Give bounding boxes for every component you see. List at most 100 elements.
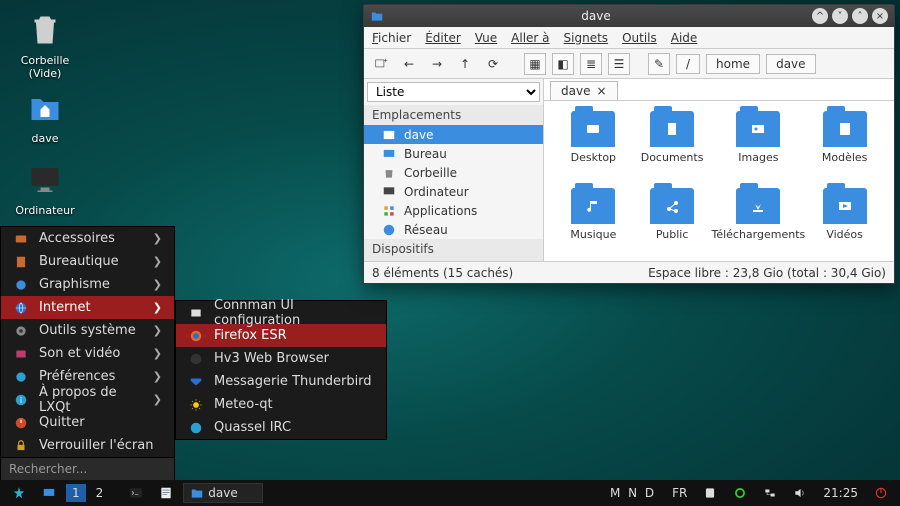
task-file-manager[interactable]: dave: [183, 483, 263, 503]
menu-item--propos-de-lxqt[interactable]: iÀ propos de LXQt❯: [1, 388, 174, 411]
category-icon: i: [13, 392, 29, 408]
submenu-item-hv-web-browser[interactable]: Hv3 Web Browser: [176, 347, 386, 370]
place-label: dave: [404, 128, 433, 142]
window-titlebar[interactable]: dave ^ ˅ ˄ ×: [364, 5, 894, 27]
path-edit-button[interactable]: ✎: [648, 53, 670, 75]
sidebar-place-applications[interactable]: Applications: [364, 201, 543, 220]
folder-vidéos[interactable]: Vidéos: [805, 188, 884, 251]
app-menu-button[interactable]: [6, 484, 32, 502]
status-space: Espace libre : 23,8 Gio (total : 30,4 Gi…: [648, 266, 886, 280]
tray-removable-icon[interactable]: [697, 484, 723, 502]
quicklaunch-editor[interactable]: [153, 484, 179, 502]
submenu-item-messagerie-thunderbird[interactable]: Messagerie Thunderbird: [176, 370, 386, 393]
submenu-item-label: Firefox ESR: [214, 328, 374, 343]
submenu-item-label: Meteo-qt: [214, 397, 374, 412]
path-seg-home[interactable]: home: [706, 54, 760, 74]
desktop-icon-trash[interactable]: Corbeille (Vide): [10, 10, 80, 80]
sidebar-mode-select[interactable]: Liste: [367, 82, 540, 102]
tab-label: dave: [561, 84, 590, 98]
workspace-1[interactable]: 1: [66, 484, 86, 502]
place-icon: [382, 147, 396, 161]
submenu-item-quassel-irc[interactable]: Quassel IRC: [176, 416, 386, 439]
path-seg-dave[interactable]: dave: [766, 54, 815, 74]
menubar-signets[interactable]: Signets: [564, 31, 609, 45]
power-button[interactable]: [868, 484, 894, 502]
folder-icon: [736, 111, 780, 147]
menubar-fichier[interactable]: Fichier: [372, 31, 411, 45]
sidebar-place-corbeille[interactable]: Corbeille: [364, 163, 543, 182]
place-icon: [382, 223, 396, 237]
view-detail-button[interactable]: ☰: [608, 53, 630, 75]
reload-button[interactable]: ⟳: [482, 53, 504, 75]
back-button[interactable]: ←: [398, 53, 420, 75]
folder-téléchargements[interactable]: Téléchargements: [711, 188, 805, 251]
menubar-outils[interactable]: Outils: [622, 31, 657, 45]
menubar: Fichier Éditer Vue Aller à Signets Outils Aide: [364, 27, 894, 49]
keyboard-indicator[interactable]: M N D: [604, 484, 662, 502]
menu-item-accessoires[interactable]: Accessoires❯: [1, 227, 174, 250]
chevron-right-icon: ❯: [153, 324, 162, 337]
folder-images[interactable]: Images: [711, 111, 805, 174]
folder-musique[interactable]: Musique: [554, 188, 633, 251]
clock[interactable]: 21:25: [817, 484, 864, 502]
shade-button[interactable]: ^: [812, 8, 828, 24]
tab-bar: dave ×: [544, 79, 894, 101]
minimize-button[interactable]: ˅: [832, 8, 848, 24]
chevron-right-icon: ❯: [153, 255, 162, 268]
sidebar-place-réseau[interactable]: Réseau: [364, 220, 543, 239]
sidebar-place-bureau[interactable]: Bureau: [364, 144, 543, 163]
menu-item-label: Graphisme: [39, 277, 143, 292]
tab-dave[interactable]: dave ×: [550, 81, 618, 100]
menu-item-son-et-vid-o[interactable]: Son et vidéo❯: [1, 342, 174, 365]
chevron-right-icon: ❯: [153, 278, 162, 291]
close-button[interactable]: ×: [872, 8, 888, 24]
menubar-aide[interactable]: Aide: [671, 31, 698, 45]
folder-desktop[interactable]: Desktop: [554, 111, 633, 174]
menubar--diter[interactable]: Éditer: [425, 31, 461, 45]
folder-public[interactable]: Public: [633, 188, 712, 251]
view-list-button[interactable]: ≣: [580, 53, 602, 75]
chevron-right-icon: ❯: [153, 393, 162, 406]
category-icon: [13, 438, 29, 454]
submenu-item-connman-ui-configuration[interactable]: Connman UI configuration: [176, 301, 386, 324]
new-tab-button[interactable]: [370, 53, 392, 75]
view-icons-button[interactable]: ▦: [524, 53, 546, 75]
workspace-2[interactable]: 2: [90, 484, 110, 502]
submenu-item-firefox-esr[interactable]: Firefox ESR: [176, 324, 386, 347]
menu-item-quitter[interactable]: Quitter: [1, 411, 174, 434]
view-thumb-button[interactable]: ◧: [552, 53, 574, 75]
tray-spinner-icon[interactable]: [727, 484, 753, 502]
category-icon: [13, 231, 29, 247]
menu-item-label: Bureautique: [39, 254, 143, 269]
up-button[interactable]: ↑: [454, 53, 476, 75]
forward-button[interactable]: →: [426, 53, 448, 75]
tab-close-icon[interactable]: ×: [596, 84, 606, 98]
sidebar-place-ordinateur[interactable]: Ordinateur: [364, 182, 543, 201]
maximize-button[interactable]: ˄: [852, 8, 868, 24]
menu-search-input[interactable]: Rechercher...: [1, 457, 174, 480]
tray-network-icon[interactable]: [757, 484, 783, 502]
quicklaunch-terminal[interactable]: [123, 484, 149, 502]
menubar-aller-[interactable]: Aller à: [511, 31, 549, 45]
desktop-icon-home[interactable]: dave: [10, 88, 80, 145]
submenu-item-meteo-qt[interactable]: Meteo-qt: [176, 393, 386, 416]
sidebar-place-dave[interactable]: dave: [364, 125, 543, 144]
folder-label: Modèles: [805, 151, 884, 164]
menubar-vue[interactable]: Vue: [475, 31, 497, 45]
menu-item-outils-syst-me[interactable]: Outils système ❯: [1, 319, 174, 342]
folder-modèles[interactable]: Modèles: [805, 111, 884, 174]
menu-item-graphisme[interactable]: Graphisme ❯: [1, 273, 174, 296]
menu-item-label: Outils système: [39, 323, 143, 338]
menu-item-internet[interactable]: Internet❯: [1, 296, 174, 319]
place-label: Réseau: [404, 223, 448, 237]
menu-item-verrouiller-l-cran[interactable]: Verrouiller l'écran: [1, 434, 174, 457]
keyboard-layout[interactable]: FR: [666, 484, 693, 502]
show-desktop-button[interactable]: [36, 484, 62, 502]
application-menu: Accessoires❯ Bureautique ❯ Graphisme ❯ Intern…: [0, 226, 175, 481]
menu-item-bureautique[interactable]: Bureautique ❯: [1, 250, 174, 273]
path-seg-root[interactable]: /: [676, 54, 700, 74]
tray-volume-icon[interactable]: [787, 484, 813, 502]
folder-documents[interactable]: Documents: [633, 111, 712, 174]
desktop-icon-computer[interactable]: Ordinateur: [10, 160, 80, 217]
category-icon: [13, 277, 29, 293]
